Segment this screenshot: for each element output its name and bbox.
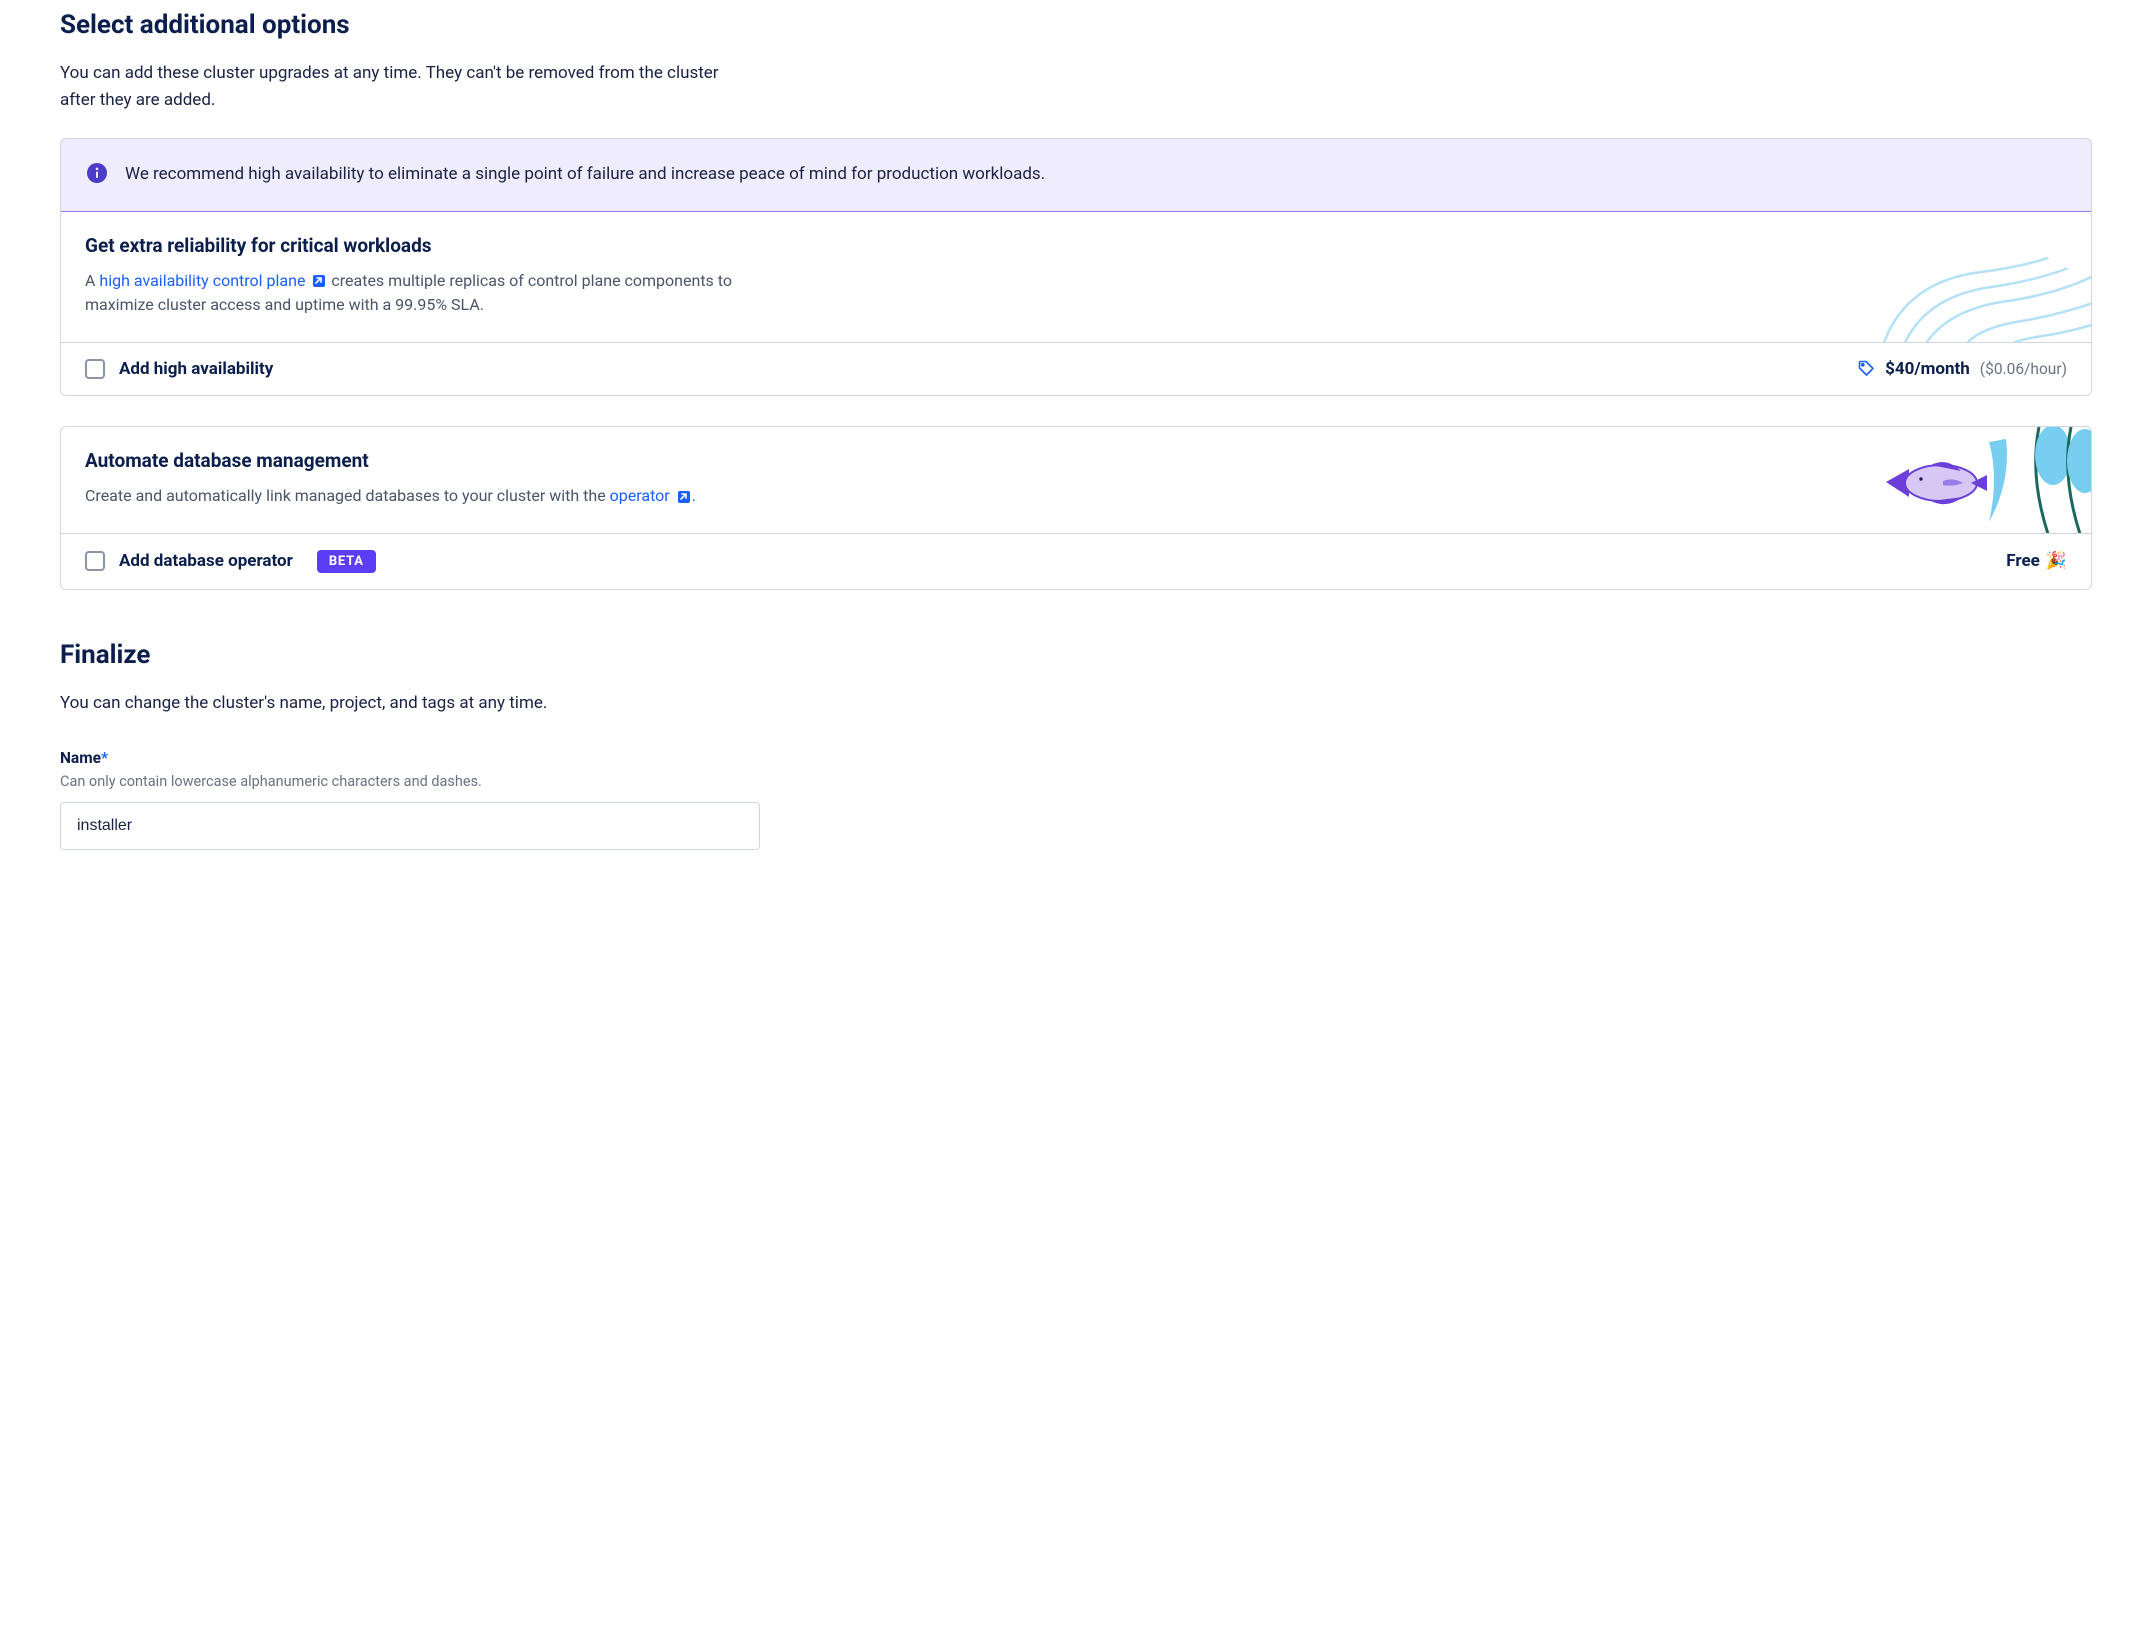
ha-card: We recommend high availability to elimin…: [60, 138, 2092, 396]
db-card-header: Automate database management Create and …: [61, 427, 2091, 534]
db-price-text: Free: [2006, 551, 2040, 571]
db-desc-prefix: Create and automatically link managed da…: [85, 486, 610, 505]
ha-title: Get extra reliability for critical workl…: [85, 234, 2067, 257]
db-checkbox[interactable]: [85, 551, 105, 571]
db-desc-suffix: .: [692, 486, 696, 505]
ha-checkbox[interactable]: [85, 359, 105, 379]
name-field-group: Name* Can only contain lowercase alphanu…: [60, 749, 2092, 850]
additional-options-section: Select additional options You can add th…: [60, 10, 2092, 590]
ha-checkbox-row: Add high availability: [85, 359, 273, 379]
cluster-name-input[interactable]: [60, 802, 760, 850]
ha-checkbox-label: Add high availability: [119, 359, 273, 379]
db-operator-link[interactable]: operator: [610, 486, 692, 505]
db-checkbox-label: Add database operator: [119, 551, 293, 571]
external-link-icon: [311, 273, 327, 289]
info-icon: [87, 163, 107, 183]
price-tag-icon: [1857, 360, 1875, 378]
ha-desc-prefix: A: [85, 271, 99, 290]
db-action-row: Add database operator BETA Free 🎉: [61, 534, 2091, 589]
finalize-description: You can change the cluster's name, proje…: [60, 690, 740, 717]
db-checkbox-row: Add database operator BETA: [85, 550, 376, 573]
finalize-section: Finalize You can change the cluster's na…: [60, 640, 2092, 850]
finalize-heading: Finalize: [60, 640, 2092, 670]
name-hint: Can only contain lowercase alphanumeric …: [60, 773, 2092, 790]
options-heading: Select additional options: [60, 10, 2092, 40]
required-asterisk: *: [101, 749, 108, 767]
options-description: You can add these cluster upgrades at an…: [60, 60, 740, 114]
db-card: Automate database management Create and …: [60, 426, 2092, 590]
fish-decoration: [1871, 427, 2091, 534]
ha-recommendation-banner: We recommend high availability to elimin…: [60, 138, 2092, 211]
ha-price: $40/month ($0.06/hour): [1857, 359, 2067, 379]
ha-control-plane-link[interactable]: high availability control plane: [99, 271, 327, 290]
beta-badge: BETA: [317, 550, 376, 573]
db-description: Create and automatically link managed da…: [85, 484, 765, 509]
external-link-icon: [676, 489, 692, 505]
db-price: Free 🎉: [2006, 551, 2067, 571]
party-popper-icon: 🎉: [2046, 551, 2067, 571]
ha-description: A high availability control plane create…: [85, 269, 765, 319]
ha-action-row: Add high availability $40/month ($0.06/h…: [61, 343, 2091, 395]
db-title: Automate database management: [85, 449, 2067, 472]
ha-card-header: Get extra reliability for critical workl…: [61, 212, 2091, 344]
ha-price-sub: ($0.06/hour): [1980, 360, 2067, 378]
ha-price-main: $40/month: [1885, 359, 1970, 379]
banner-text: We recommend high availability to elimin…: [125, 161, 1045, 188]
waves-decoration: [1821, 212, 2091, 344]
name-label: Name*: [60, 749, 2092, 767]
